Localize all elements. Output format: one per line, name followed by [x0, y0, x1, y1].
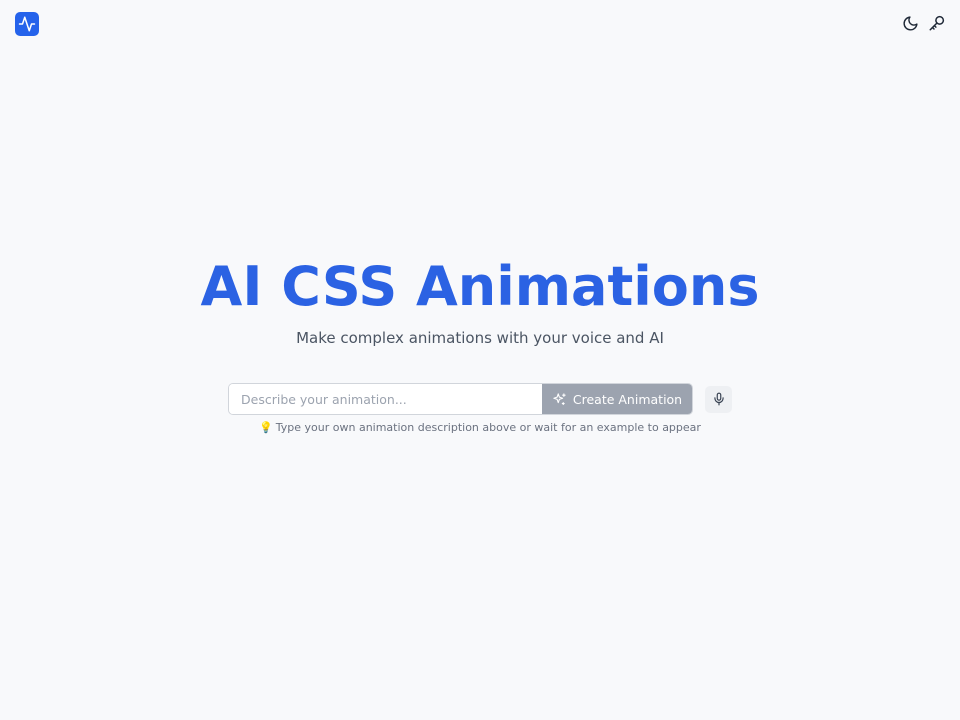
create-animation-button[interactable]: Create Animation — [542, 384, 692, 414]
create-animation-label: Create Animation — [572, 391, 683, 407]
prompt-box: Create Animation — [228, 383, 693, 415]
animation-prompt-form: Create Animation — [228, 383, 732, 415]
voice-input-button[interactable] — [705, 385, 732, 413]
theme-toggle-button[interactable] — [901, 14, 919, 32]
page-title: AI CSS Animations — [200, 255, 760, 318]
sparkles-icon — [553, 392, 566, 405]
moon-icon — [903, 15, 918, 30]
animation-description-input[interactable] — [229, 384, 542, 414]
hint-text: 💡 Type your own animation description abo… — [0, 421, 960, 435]
microphone-icon — [713, 392, 724, 406]
page-subtitle: Make complex animations with your voice … — [296, 329, 664, 347]
activity-pulse-icon — [18, 16, 36, 32]
app-page: AI CSS Animations Make complex animation… — [0, 0, 960, 720]
key-icon — [929, 15, 945, 31]
hint-message: Type your own animation description abov… — [275, 421, 701, 434]
header-actions — [901, 14, 946, 32]
api-key-button[interactable] — [928, 14, 946, 32]
hero-section: AI CSS Animations Make complex animation… — [0, 255, 960, 348]
lightbulb-icon: 💡 — [259, 421, 273, 434]
app-logo[interactable] — [15, 12, 39, 36]
